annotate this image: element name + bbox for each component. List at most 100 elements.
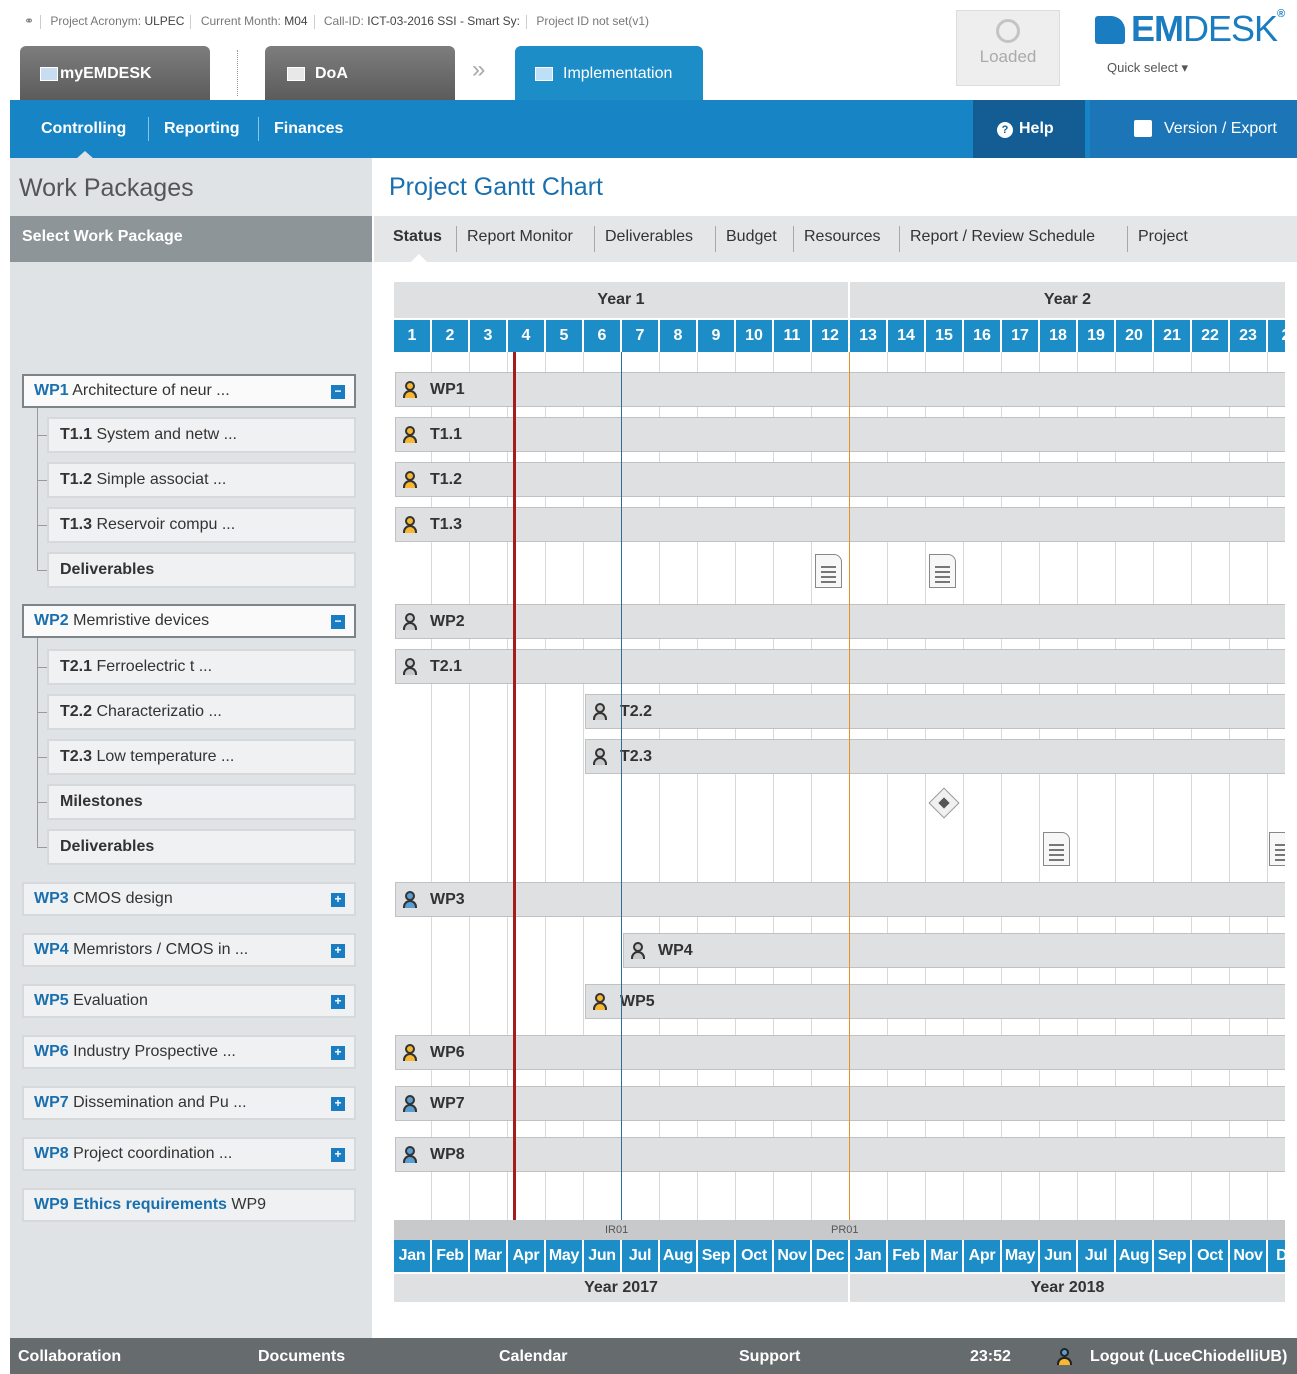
nav-controlling[interactable]: Controlling [41, 120, 126, 138]
deliverable-icon[interactable] [929, 554, 956, 588]
emdesk-logo: EMDESK® [1095, 8, 1285, 50]
month-number-cell: 4 [508, 320, 546, 352]
expand-icon[interactable]: + [331, 1097, 345, 1111]
collapse-icon[interactable]: − [331, 385, 345, 399]
tab-divider [1127, 226, 1128, 252]
year-header: Year 1 [394, 282, 848, 318]
gantt-bar-t1-1[interactable]: T1.1 [395, 417, 1285, 452]
gantt-bar-t1-3[interactable]: T1.3 [395, 507, 1285, 542]
month-name-cell: Jan [394, 1240, 432, 1272]
milestone-icon[interactable] [928, 787, 960, 819]
footer-collaboration[interactable]: Collaboration [18, 1348, 121, 1366]
gantt-bar-label: WP1 [430, 381, 465, 398]
sidebar-item-t2-3[interactable]: T2.3 Low temperature ... [47, 739, 356, 775]
gantt-bar-wp4[interactable]: WP4 [623, 933, 1285, 968]
loaded-button[interactable]: Loaded [956, 10, 1060, 86]
task-name: System and netw ... [96, 426, 237, 443]
sidebar-item-wp7[interactable]: WP7 Dissemination and Pu ... + [22, 1086, 356, 1120]
sidebar-item-wp8[interactable]: WP8 Project coordination ... + [22, 1137, 356, 1171]
gantt-bar-t2-1[interactable]: T2.1 [395, 649, 1285, 684]
sidebar-item-wp2-deliverables[interactable]: Deliverables [47, 829, 356, 865]
nav-reporting[interactable]: Reporting [164, 120, 240, 138]
select-work-package-header: Select Work Package [10, 216, 372, 262]
nav-finances[interactable]: Finances [274, 120, 343, 138]
expand-icon[interactable]: + [331, 1046, 345, 1060]
sidebar-item-wp2[interactable]: WP2 Memristive devices − [22, 604, 356, 638]
help-button[interactable]: ? Help [973, 100, 1085, 158]
quick-select[interactable]: Quick select ▾ [1107, 60, 1188, 76]
wp-name: Memristors / CMOS in ... [73, 941, 249, 958]
sidebar-item-t2-2[interactable]: T2.2 Characterizatio ... [47, 694, 356, 730]
sidebar-item-wp6[interactable]: WP6 Industry Prospective ... + [22, 1035, 356, 1069]
footer-calendar[interactable]: Calendar [499, 1348, 567, 1366]
sidebar-item-t2-1[interactable]: T2.1 Ferroelectric t ... [47, 649, 356, 685]
tree-branch [37, 802, 47, 803]
expand-icon[interactable]: + [331, 893, 345, 907]
tab-status[interactable]: Status [393, 228, 442, 246]
tab-budget[interactable]: Budget [726, 228, 777, 246]
link-icon[interactable]: ⚭ [24, 14, 34, 28]
sidebar-title: Work Packages [19, 174, 194, 202]
month-number-cell: 17 [1002, 320, 1040, 352]
sidebar-item-wp1-deliverables[interactable]: Deliverables [47, 552, 356, 588]
month-name-cell: Dec [812, 1240, 850, 1272]
sidebar-item-t1-1[interactable]: T1.1 System and netw ... [47, 417, 356, 453]
sidebar-item-wp2-milestones[interactable]: Milestones [47, 784, 356, 820]
gantt-bar-t1-2[interactable]: T1.2 [395, 462, 1285, 497]
page-title: Project Gantt Chart [389, 173, 603, 201]
list-icon [40, 67, 58, 81]
sidebar-item-wp9[interactable]: WP9 Ethics requirements WP9 [22, 1188, 356, 1222]
sidebar-item-wp1[interactable]: WP1 Architecture of neur ... − [22, 374, 356, 408]
expand-icon[interactable]: + [331, 944, 345, 958]
expand-icon[interactable]: + [331, 1148, 345, 1162]
gantt-bar-t2-2[interactable]: T2.2 [585, 694, 1285, 729]
month-name-cell: Jul [622, 1240, 660, 1272]
gantt-bar-label: T2.2 [620, 703, 653, 720]
gantt-bar-wp8[interactable]: WP8 [395, 1137, 1285, 1172]
month-number-cell: 16 [964, 320, 1002, 352]
sidebar-item-t1-2[interactable]: T1.2 Simple associat ... [47, 462, 356, 498]
edit-icon [287, 67, 305, 81]
gantt-bar-wp3[interactable]: WP3 [395, 882, 1285, 917]
collapse-icon[interactable]: − [331, 615, 345, 629]
tab-doa[interactable]: DoA [265, 46, 455, 102]
footer-documents[interactable]: Documents [258, 1348, 345, 1366]
month-number-cell: 12 [812, 320, 850, 352]
wp-suffix: WP9 [231, 1196, 267, 1213]
sidebar-item-wp4[interactable]: WP4 Memristors / CMOS in ... + [22, 933, 356, 967]
gantt-bar-wp6[interactable]: WP6 [395, 1035, 1285, 1070]
footer-support[interactable]: Support [739, 1348, 800, 1366]
sidebar-item-wp3[interactable]: WP3 CMOS design + [22, 882, 356, 916]
footer-bar: Collaboration Documents Calendar Support… [10, 1338, 1297, 1374]
footer-clock: 23:52 [970, 1348, 1011, 1365]
month-number-cell: 21 [1154, 320, 1192, 352]
deliverable-icon[interactable] [1269, 832, 1285, 866]
wp-name: CMOS design [73, 890, 173, 907]
gantt-bar-wp2[interactable]: WP2 [395, 604, 1285, 639]
wp-name: Evaluation [73, 992, 148, 1009]
month-name-cell: Aug [660, 1240, 698, 1272]
tab-report-review-schedule[interactable]: Report / Review Schedule [910, 228, 1095, 246]
month-name-cell: May [1002, 1240, 1040, 1272]
wp-code: WP6 [34, 1043, 69, 1060]
tab-deliverables[interactable]: Deliverables [605, 228, 693, 246]
expand-icon[interactable]: + [331, 995, 345, 1009]
deliverable-icon[interactable] [815, 554, 842, 588]
deliverable-icon[interactable] [1043, 832, 1070, 866]
month-name-cell: De [1268, 1240, 1285, 1272]
sidebar-item-t1-3[interactable]: T1.3 Reservoir compu ... [47, 507, 356, 543]
gantt-bar-wp5[interactable]: WP5 [585, 984, 1285, 1019]
version-export-button[interactable]: Version / Export [1090, 100, 1297, 158]
tab-myemdesk[interactable]: myEMDESK [20, 46, 210, 102]
tab-project[interactable]: Project [1138, 228, 1188, 246]
person-icon [592, 748, 608, 766]
sidebar-item-wp5[interactable]: WP5 Evaluation + [22, 984, 356, 1018]
tab-implementation[interactable]: Implementation [515, 46, 703, 102]
wp-name: Industry Prospective ... [73, 1043, 236, 1060]
gantt-bar-wp1[interactable]: WP1 [395, 372, 1285, 407]
tab-report-monitor[interactable]: Report Monitor [467, 228, 573, 246]
logout-link[interactable]: Logout (LuceChiodelliUB) [1090, 1348, 1287, 1366]
gantt-bar-wp7[interactable]: WP7 [395, 1086, 1285, 1121]
tab-resources[interactable]: Resources [804, 228, 880, 246]
gantt-bar-t2-3[interactable]: T2.3 [585, 739, 1285, 774]
